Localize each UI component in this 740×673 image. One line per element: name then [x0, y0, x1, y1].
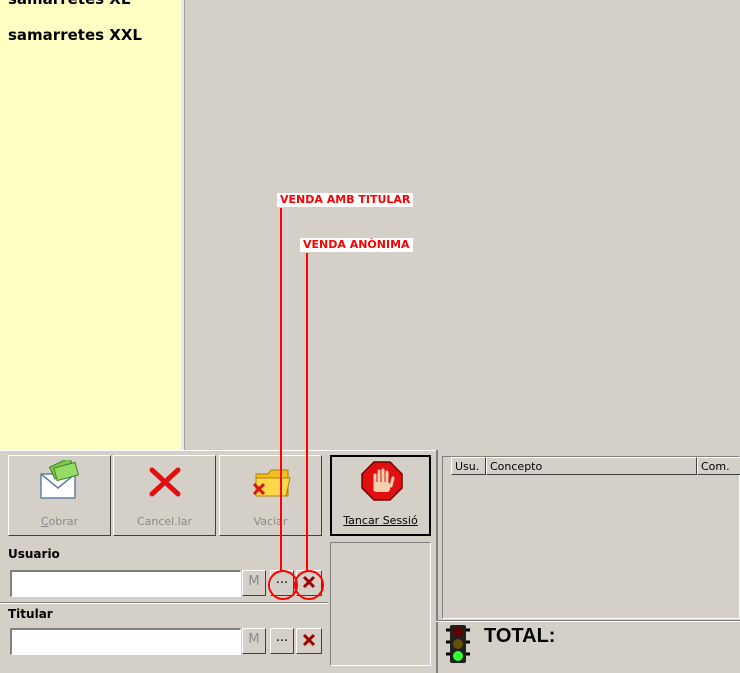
- list-divider: [181, 0, 185, 450]
- column-header-concepto[interactable]: Concepto: [486, 457, 697, 475]
- tancar-sessio-label: Tancar Sessió: [343, 514, 418, 527]
- total-label: TOTAL:: [484, 625, 556, 647]
- cancellar-label: Cancel.lar: [136, 515, 193, 528]
- stop-hand-icon: [361, 461, 403, 501]
- annotation-circle-clear: [294, 570, 324, 600]
- divider: [0, 602, 328, 604]
- annotation-venda-amb-titular: VENDA AMB TITULAR: [277, 193, 414, 207]
- annotation-line-anonima: [306, 253, 308, 571]
- tancar-sessio-button[interactable]: Tancar Sessió: [330, 455, 431, 536]
- list-item[interactable]: samarretes XL: [8, 0, 130, 8]
- list-item[interactable]: samarretes XXL: [8, 26, 142, 44]
- sale-lines-grid[interactable]: Usu. Concepto Com.: [442, 456, 740, 619]
- titular-input[interactable]: [10, 628, 241, 655]
- red-x-icon: [149, 467, 181, 497]
- info-box: [330, 542, 431, 666]
- titular-m-button[interactable]: M: [242, 628, 266, 654]
- money-envelope-icon: [40, 460, 80, 499]
- total-divider: [436, 620, 740, 622]
- column-header-com[interactable]: Com.: [697, 457, 740, 475]
- traffic-light-icon: [446, 625, 470, 663]
- column-header-usu[interactable]: Usu.: [451, 457, 486, 475]
- cobrar-button[interactable]: Cobrar: [8, 455, 111, 536]
- titular-label: Titular: [8, 607, 53, 621]
- titular-browse-button[interactable]: ...: [270, 628, 294, 654]
- usuario-label: Usuario: [8, 547, 60, 561]
- usuario-m-button[interactable]: M: [242, 570, 266, 596]
- cancellar-button[interactable]: Cancel.lar: [113, 455, 216, 536]
- usuario-input[interactable]: [10, 570, 241, 597]
- folder-x-icon: [252, 469, 291, 497]
- titular-clear-button[interactable]: [296, 628, 322, 654]
- cobrar-label: Cobrar: [40, 515, 79, 528]
- annotation-venda-anonima: VENDA ANÒNIMA: [300, 238, 413, 252]
- product-list[interactable]: samarretes XL samarretes XXL: [0, 0, 181, 450]
- delete-x-icon: [302, 633, 316, 647]
- annotation-line-titular: [280, 208, 282, 572]
